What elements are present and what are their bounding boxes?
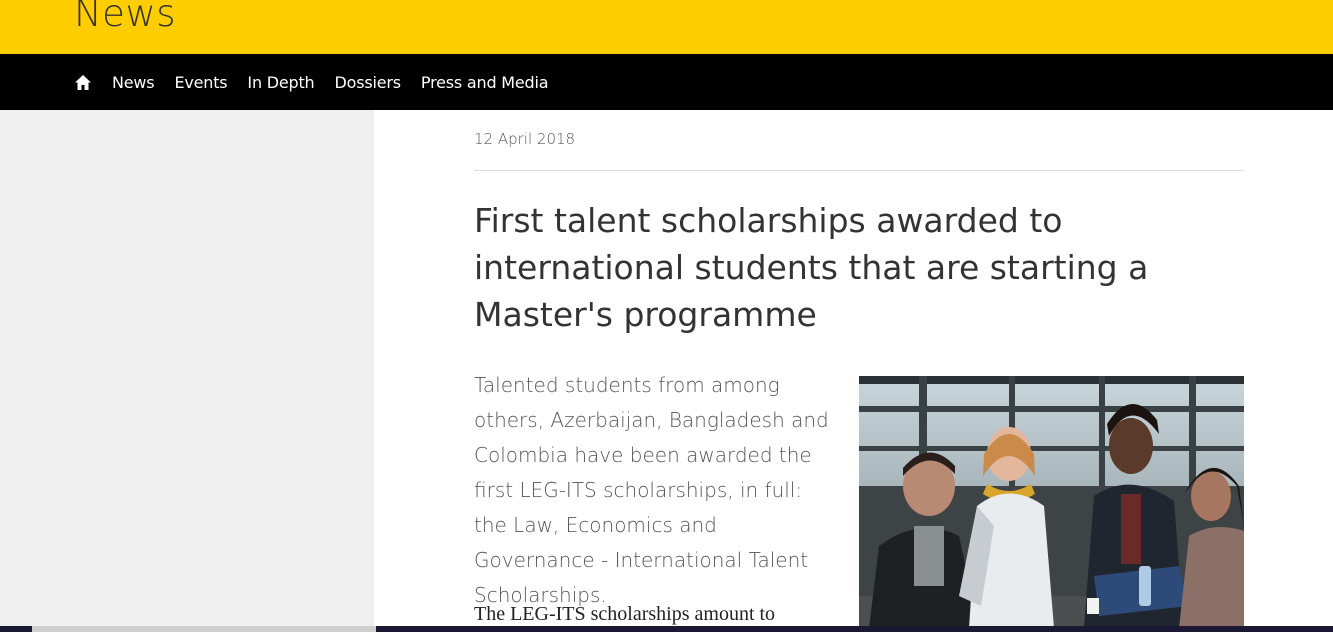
article-title: First talent scholarships awarded to int…: [474, 201, 1149, 334]
nav-item-events[interactable]: Events: [174, 73, 227, 92]
left-sidebar: [0, 110, 374, 632]
site-header: News: [0, 0, 1333, 54]
article-date: 12 April 2018: [474, 130, 576, 148]
nav-item-dossiers[interactable]: Dossiers: [335, 73, 402, 92]
nav-item-in-depth[interactable]: In Depth: [247, 73, 314, 92]
horizontal-scrollbar[interactable]: [32, 626, 376, 632]
nav-item-news[interactable]: News: [112, 73, 155, 92]
bottom-scroll-strip: [0, 626, 1333, 632]
divider: [474, 170, 1244, 171]
section-title[interactable]: News: [74, 0, 176, 35]
nav-item-press-and-media[interactable]: Press and Media: [421, 73, 549, 92]
main-navigation: News Events In Depth Dossiers Press and …: [0, 54, 1333, 110]
article-lead: Talented students from among others, Aze…: [474, 373, 829, 607]
nav-list: News Events In Depth Dossiers Press and …: [74, 54, 568, 110]
article-body: The LEG-ITS scholarships amount to: [474, 603, 776, 625]
home-icon[interactable]: [74, 72, 94, 92]
article-photo: [859, 376, 1244, 628]
